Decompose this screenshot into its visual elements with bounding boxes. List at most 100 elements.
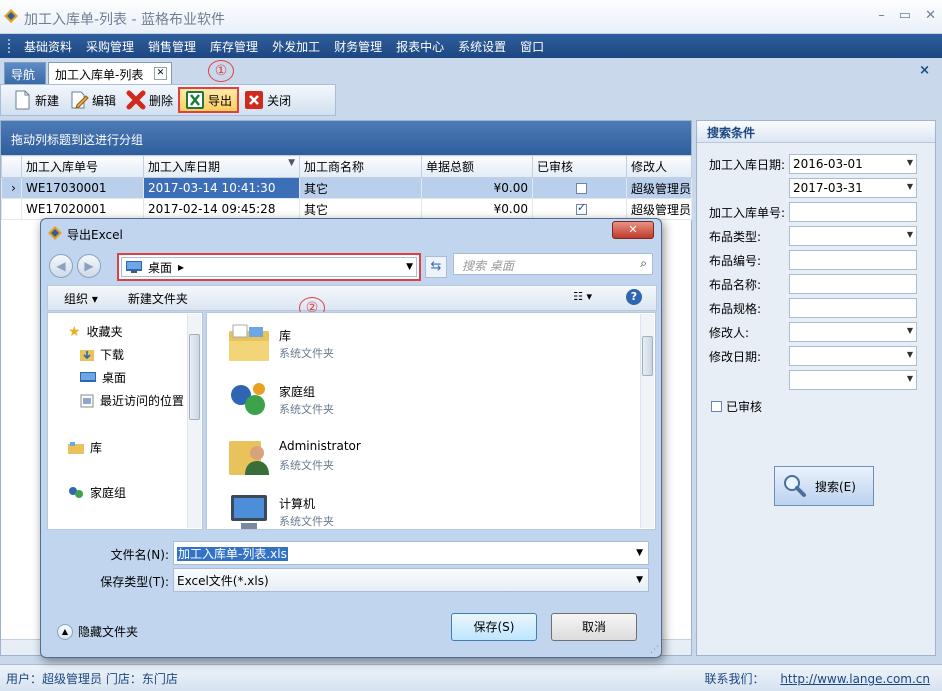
back-arrow-icon[interactable]: ◀ (49, 254, 73, 278)
chevron-up-icon: ▲ (57, 623, 73, 640)
nav-recent[interactable]: 最近访问的位置 (80, 392, 184, 409)
chevron-down-icon[interactable]: ▼ (636, 575, 643, 585)
menu-finance[interactable]: 财务管理 (327, 38, 389, 55)
fabric-type-select[interactable]: ▼ (789, 226, 917, 246)
fabric-spec-input[interactable] (789, 298, 917, 318)
item-name: 家庭组 (279, 385, 316, 399)
maximize-button[interactable]: ▭ (899, 8, 911, 23)
delete-button[interactable]: 删除 (121, 87, 178, 113)
organize-button[interactable]: 组织 ▾ (64, 290, 98, 307)
filename-input[interactable]: 加工入库单-列表.xls ▼ (173, 541, 649, 565)
export-button[interactable]: 导出 (178, 87, 240, 113)
approved-filter[interactable]: 已审核 (711, 398, 762, 415)
date-range-from-row: 加工入库日期: 2016-03-01 ▼ (709, 154, 921, 174)
approved-checkbox[interactable] (576, 183, 587, 194)
filetype-select[interactable]: Excel文件(*.xls) ▼ (173, 568, 649, 592)
fabric-code-input[interactable] (789, 250, 917, 270)
list-item-libraries[interactable]: 库 系统文件夹 (227, 321, 527, 371)
menu-purchasing[interactable]: 采购管理 (79, 38, 141, 55)
order-no-input[interactable] (789, 202, 917, 222)
table-row[interactable]: WE17020001 2017-02-14 09:45:28 其它 ¥0.00 … (1, 198, 692, 220)
menu-sales[interactable]: 销售管理 (141, 38, 203, 55)
chevron-down-icon: ▼ (906, 158, 913, 167)
item-type: 系统文件夹 (279, 403, 334, 416)
view-options-icon[interactable]: ☷ ▾ (573, 290, 592, 303)
minimize-button[interactable]: – (878, 8, 885, 23)
search-icon[interactable]: ⌕ (640, 256, 647, 271)
breadcrumb-arrow-icon[interactable]: ▸ (178, 260, 184, 274)
nav-downloads[interactable]: 下载 (80, 346, 124, 363)
close-all-tabs-icon[interactable]: × (919, 63, 930, 78)
nav-libraries[interactable]: 库 (68, 439, 102, 456)
modified-date-to-picker[interactable]: ▼ (789, 370, 917, 390)
menu-outsourcing[interactable]: 外发加工 (265, 38, 327, 55)
nav-favorites[interactable]: ★ 收藏夹 (68, 323, 123, 340)
fabric-name-input[interactable] (789, 274, 917, 294)
hide-folders-toggle[interactable]: ▲ 隐藏文件夹 (57, 623, 138, 640)
dialog-search-input[interactable]: 搜索 桌面 ⌕ (453, 253, 653, 275)
scrollbar-thumb[interactable] (189, 334, 200, 420)
address-bar[interactable]: 桌面 ▸ ▼ (117, 253, 421, 281)
close-button[interactable]: 关闭 (239, 87, 296, 113)
menu-grip (8, 39, 11, 53)
resize-grip-icon[interactable]: ⋰ (650, 645, 659, 655)
tab-close-icon[interactable]: ✕ (154, 67, 167, 80)
cell-order-date: 2017-03-14 10:41:30 (143, 177, 300, 199)
website-link[interactable]: http://www.lange.com.cn (780, 672, 930, 686)
refresh-icon[interactable]: ⇆ (425, 256, 447, 278)
approved-checkbox[interactable] (576, 201, 587, 215)
star-icon: ★ (68, 323, 81, 340)
col-total[interactable]: 单据总额 (421, 155, 533, 178)
item-type: 系统文件夹 (279, 459, 334, 472)
modified-date-from-picker[interactable]: ▼ (789, 346, 917, 366)
menu-reports[interactable]: 报表中心 (389, 38, 451, 55)
close-window-button[interactable]: ✕ (925, 8, 936, 23)
new-folder-button[interactable]: 新建文件夹 (128, 290, 188, 307)
menu-inventory[interactable]: 库存管理 (203, 38, 265, 55)
scrollbar-thumb[interactable] (642, 336, 653, 376)
dialog-close-button[interactable]: ✕ (612, 221, 654, 239)
list-item-homegroup[interactable]: 家庭组 系统文件夹 (227, 377, 527, 427)
file-list-scrollbar[interactable] (640, 314, 654, 528)
dialog-command-bar: 组织 ▾ 新建文件夹 ☷ ▾ ? (47, 285, 657, 311)
col-modifier[interactable]: 修改人 (626, 155, 692, 178)
cancel-button[interactable]: 取消 (551, 613, 637, 641)
chevron-down-icon[interactable]: ▼ (406, 262, 413, 272)
save-button[interactable]: 保存(S) (451, 613, 537, 641)
search-button[interactable]: 搜索(E) (774, 466, 874, 506)
cell-order-no: WE17020001 (21, 198, 144, 220)
modifier-select[interactable]: ▼ (789, 322, 917, 342)
menu-window[interactable]: 窗口 (513, 38, 551, 55)
col-approved[interactable]: 已审核 (532, 155, 627, 178)
date-label: 加工入库日期: (709, 157, 786, 172)
chevron-down-icon[interactable]: ▼ (636, 548, 643, 558)
table-row[interactable]: › WE17030001 2017-03-14 10:41:30 其它 ¥0.0… (1, 177, 692, 199)
forward-arrow-icon[interactable]: ▶ (77, 254, 101, 278)
nav-pane-scrollbar[interactable] (187, 314, 201, 528)
list-item-administrator[interactable]: Administrator 系统文件夹 (227, 433, 527, 483)
help-icon[interactable]: ? (626, 289, 642, 305)
nav-desktop[interactable]: 桌面 (80, 369, 126, 386)
col-vendor[interactable]: 加工商名称 (299, 155, 422, 178)
nav-homegroup[interactable]: 家庭组 (68, 484, 126, 501)
new-label: 新建 (35, 93, 60, 108)
nav-homegroup-label: 家庭组 (90, 486, 127, 500)
tab-processing-receipt-list[interactable]: 加工入库单-列表 ✕ (48, 62, 172, 84)
date-to-picker[interactable]: 2017-03-31 ▼ (789, 178, 917, 198)
col-order-date[interactable]: 加工入库日期 ▼ (143, 155, 300, 178)
group-by-hint[interactable]: 拖动列标题到这进行分组 (1, 121, 691, 155)
list-item-computer[interactable]: 计算机 系统文件夹 (227, 489, 527, 539)
dialog-file-list: 库 系统文件夹 家庭组 系统文件夹 Administrator 系统文件夹 计算… (206, 312, 656, 530)
filename-value: 加工入库单-列表.xls (177, 547, 288, 561)
menu-settings[interactable]: 系统设置 (451, 38, 513, 55)
date-from-picker[interactable]: 2016-03-01 ▼ (789, 154, 917, 174)
approved-filter-checkbox[interactable] (711, 401, 722, 412)
new-button[interactable]: 新建 (7, 87, 64, 113)
col-order-no[interactable]: 加工入库单号 (21, 155, 144, 178)
tab-navigation[interactable]: 导航 (4, 62, 46, 84)
table-header-row: 加工入库单号 加工入库日期 ▼ 加工商名称 单据总额 已审核 修改人 (1, 155, 692, 178)
order-no-row: 加工入库单号: (709, 202, 921, 222)
menu-basic-data[interactable]: 基础资料 (17, 38, 79, 55)
cell-order-date: 2017-02-14 09:45:28 (143, 198, 300, 220)
edit-button[interactable]: 编辑 (64, 87, 121, 113)
